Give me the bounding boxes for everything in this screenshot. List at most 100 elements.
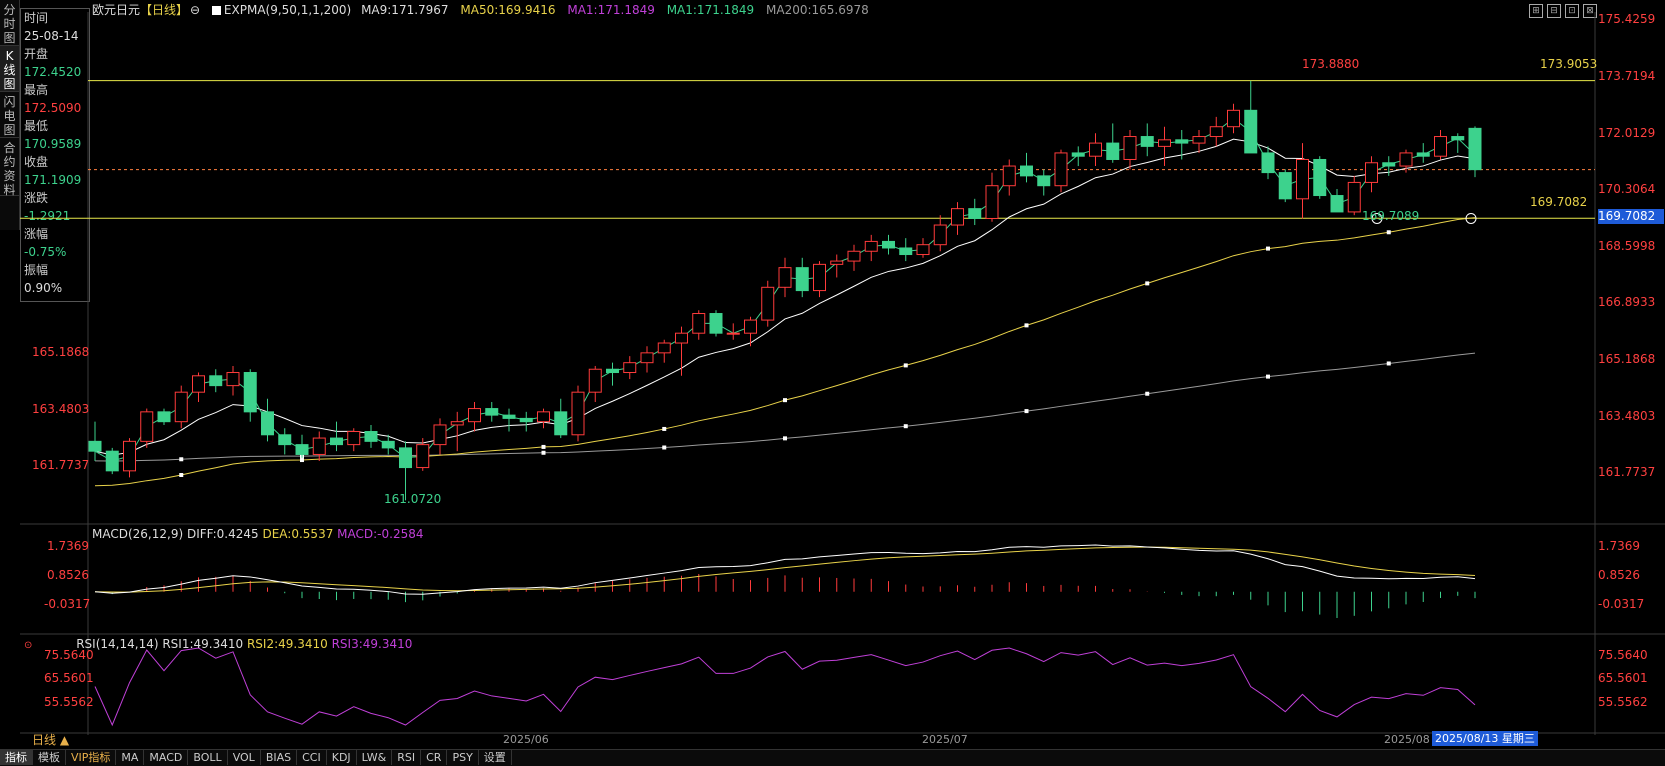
axis-tick: 173.7194 bbox=[1598, 69, 1656, 83]
ma-marker bbox=[1266, 246, 1270, 251]
axis-tick: 163.4803 bbox=[1598, 409, 1656, 423]
ma-marker bbox=[1386, 230, 1391, 235]
current-price-tag: 169.7082 bbox=[1598, 209, 1664, 224]
date-tick: 2025/06 bbox=[503, 733, 549, 746]
tab-vip-indicator[interactable]: VIP指标 bbox=[66, 750, 117, 765]
candle-body bbox=[778, 267, 792, 288]
macd-value: MACD:-0.2584 bbox=[337, 527, 424, 541]
candle-body bbox=[1123, 136, 1137, 160]
candle-body bbox=[1399, 152, 1413, 167]
candle-body bbox=[1261, 152, 1275, 174]
candle-body bbox=[554, 411, 568, 436]
ma-marker bbox=[541, 450, 546, 455]
candle-body bbox=[1020, 165, 1033, 177]
candle-body bbox=[864, 240, 878, 252]
ma-marker bbox=[662, 445, 667, 450]
tab-kdj[interactable]: KDJ bbox=[327, 750, 357, 765]
candle-body bbox=[899, 247, 913, 256]
axis-tick: 161.7737 bbox=[1598, 465, 1656, 479]
candle-body bbox=[1140, 136, 1154, 147]
tab-cci[interactable]: CCI bbox=[297, 750, 327, 765]
candle-body bbox=[1227, 109, 1240, 128]
axis-tick: 172.0129 bbox=[1598, 126, 1656, 140]
tab-boll[interactable]: BOLL bbox=[188, 750, 228, 765]
candle-body bbox=[209, 375, 223, 387]
candle-body bbox=[933, 224, 947, 246]
rsi3-value: RSI3:49.3410 bbox=[331, 637, 413, 651]
candle-body bbox=[399, 447, 412, 469]
low-annotation: 161.0720 bbox=[384, 492, 442, 506]
candle-body bbox=[1468, 127, 1482, 171]
candle-body bbox=[1416, 152, 1430, 157]
tab-macd[interactable]: MACD bbox=[144, 750, 189, 765]
period-button[interactable]: 日线 ▲ bbox=[32, 731, 69, 748]
candle-body bbox=[1106, 142, 1120, 160]
tab-indicator[interactable]: 指标 bbox=[0, 750, 33, 765]
tab-settings[interactable]: 设置 bbox=[479, 750, 512, 765]
tab-cr[interactable]: CR bbox=[421, 750, 448, 765]
macd-axis-tick: -0.0317 bbox=[1598, 597, 1645, 611]
ma-marker bbox=[1145, 281, 1150, 286]
mid-low-annotation: 169.7089 bbox=[1362, 209, 1420, 223]
rsi-axis-tick: 55.5562 bbox=[44, 695, 94, 709]
tab-template[interactable]: 模板 bbox=[33, 750, 66, 765]
candle-body bbox=[1244, 109, 1258, 154]
candle-body bbox=[140, 411, 154, 442]
tab-psy[interactable]: PSY bbox=[447, 750, 479, 765]
candle-body bbox=[88, 440, 102, 452]
candle-body bbox=[330, 437, 343, 446]
axis-tick: 170.3064 bbox=[1598, 182, 1656, 196]
candle-body bbox=[640, 352, 654, 364]
ma-marker bbox=[1145, 391, 1150, 396]
tab-rsi[interactable]: RSI bbox=[392, 750, 422, 765]
candle-body bbox=[761, 286, 775, 321]
cursor-date-tag: 2025/08/13 星期三 bbox=[1432, 731, 1538, 746]
rsi-settings-icon[interactable]: ⊙ bbox=[24, 640, 32, 651]
candle-body bbox=[692, 313, 706, 334]
candle-body bbox=[1002, 165, 1016, 187]
ma-marker bbox=[179, 472, 184, 477]
candle-body bbox=[226, 372, 240, 387]
macd-header: MACD(26,12,9) DIFF:0.4245 DEA:0.5537 MAC… bbox=[92, 527, 424, 541]
axis-tick: 175.4259 bbox=[1598, 12, 1656, 26]
tab-lw[interactable]: LW& bbox=[357, 750, 393, 765]
rsi-axis-tick: 65.5601 bbox=[1598, 671, 1648, 685]
candle-body bbox=[1175, 139, 1189, 144]
ma-marker bbox=[300, 458, 304, 463]
candle-body bbox=[278, 434, 292, 446]
candle-body bbox=[744, 319, 757, 334]
candle-body bbox=[174, 391, 188, 423]
candle-body bbox=[951, 208, 964, 226]
ma-marker bbox=[903, 424, 908, 429]
candle-body bbox=[261, 411, 274, 436]
ma-marker bbox=[1024, 409, 1029, 414]
candle-body bbox=[1037, 175, 1051, 187]
candle-body bbox=[433, 424, 447, 446]
candle-body bbox=[968, 208, 982, 219]
ma-marker bbox=[541, 444, 546, 449]
tab-bias[interactable]: BIAS bbox=[261, 750, 298, 765]
candle-body bbox=[295, 444, 309, 455]
macd-axis-tick: 0.8526 bbox=[47, 568, 89, 582]
candle-body bbox=[1278, 172, 1292, 200]
macd-title: MACD(26,12,9) bbox=[92, 527, 184, 541]
candle-body bbox=[985, 185, 999, 219]
ma-marker bbox=[783, 436, 787, 441]
ma-marker bbox=[179, 457, 184, 462]
candle-body bbox=[1158, 139, 1171, 147]
tab-ma[interactable]: MA bbox=[116, 750, 145, 765]
tab-vol[interactable]: VOL bbox=[228, 750, 261, 765]
candle-body bbox=[709, 313, 723, 334]
candle-body bbox=[1451, 136, 1465, 141]
candle-body bbox=[1209, 126, 1223, 138]
candle-body bbox=[364, 431, 378, 442]
macd-axis-tick: 1.7369 bbox=[1598, 539, 1640, 553]
candle-body bbox=[312, 437, 326, 455]
candle-body bbox=[795, 267, 809, 292]
candle-body bbox=[916, 244, 930, 256]
candle-body bbox=[105, 450, 119, 472]
candle-body bbox=[1054, 152, 1068, 187]
high-annotation: 173.8880 bbox=[1302, 57, 1360, 71]
upper-hline-label: 173.9053 bbox=[1540, 57, 1598, 71]
axis-tick: 166.8933 bbox=[1598, 295, 1656, 309]
